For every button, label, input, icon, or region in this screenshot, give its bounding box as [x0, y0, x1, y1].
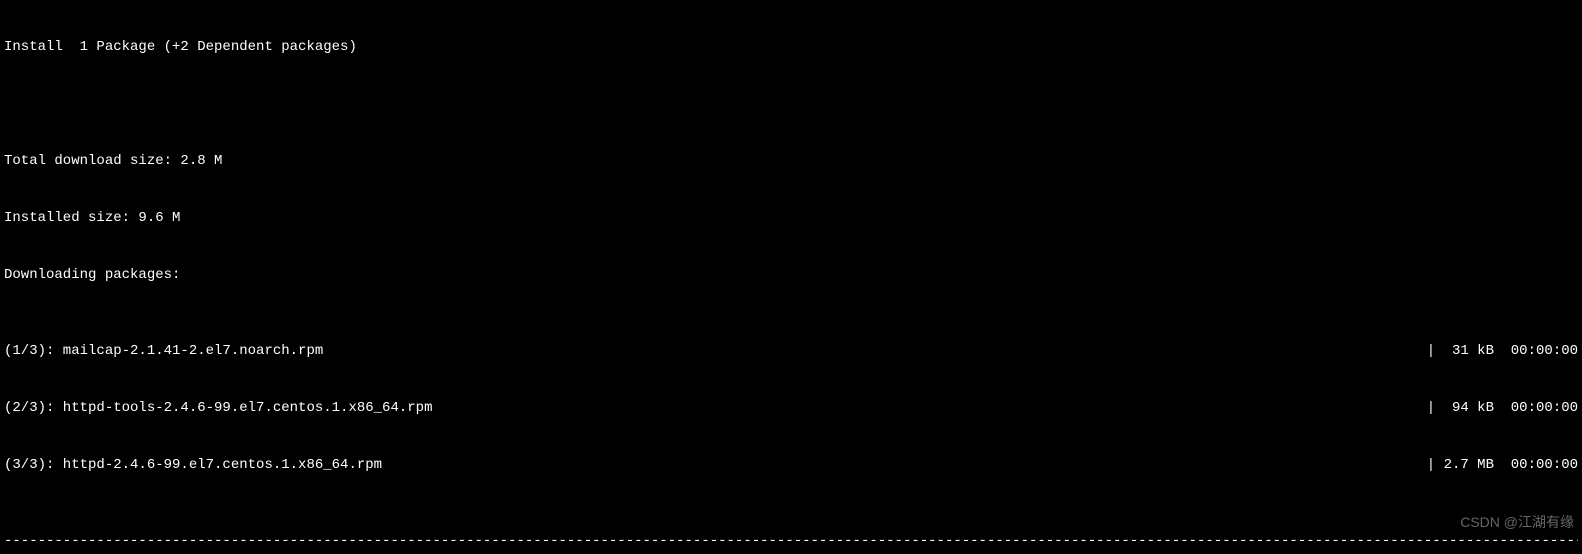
download-stat: | 2.7 MB 00:00:00 — [1427, 456, 1578, 475]
install-summary: Install 1 Package (+2 Dependent packages… — [4, 38, 1578, 57]
download-pkg: (1/3): mailcap-2.1.41-2.el7.noarch.rpm — [4, 342, 323, 361]
download-row: (2/3): httpd-tools-2.4.6-99.el7.centos.1… — [4, 399, 1578, 418]
download-stat: | 31 kB 00:00:00 — [1427, 342, 1578, 361]
blank-line — [4, 95, 1578, 114]
terminal-output[interactable]: Install 1 Package (+2 Dependent packages… — [0, 0, 1582, 554]
separator-line: ----------------------------------------… — [4, 532, 1578, 551]
download-pkg: (3/3): httpd-2.4.6-99.el7.centos.1.x86_6… — [4, 456, 382, 475]
installed-size: Installed size: 9.6 M — [4, 209, 1578, 228]
download-stat: | 94 kB 00:00:00 — [1427, 399, 1578, 418]
download-row: (1/3): mailcap-2.1.41-2.el7.noarch.rpm |… — [4, 342, 1578, 361]
downloading-label: Downloading packages: — [4, 266, 1578, 285]
total-download-size: Total download size: 2.8 M — [4, 152, 1578, 171]
download-pkg: (2/3): httpd-tools-2.4.6-99.el7.centos.1… — [4, 399, 432, 418]
download-row: (3/3): httpd-2.4.6-99.el7.centos.1.x86_6… — [4, 456, 1578, 475]
